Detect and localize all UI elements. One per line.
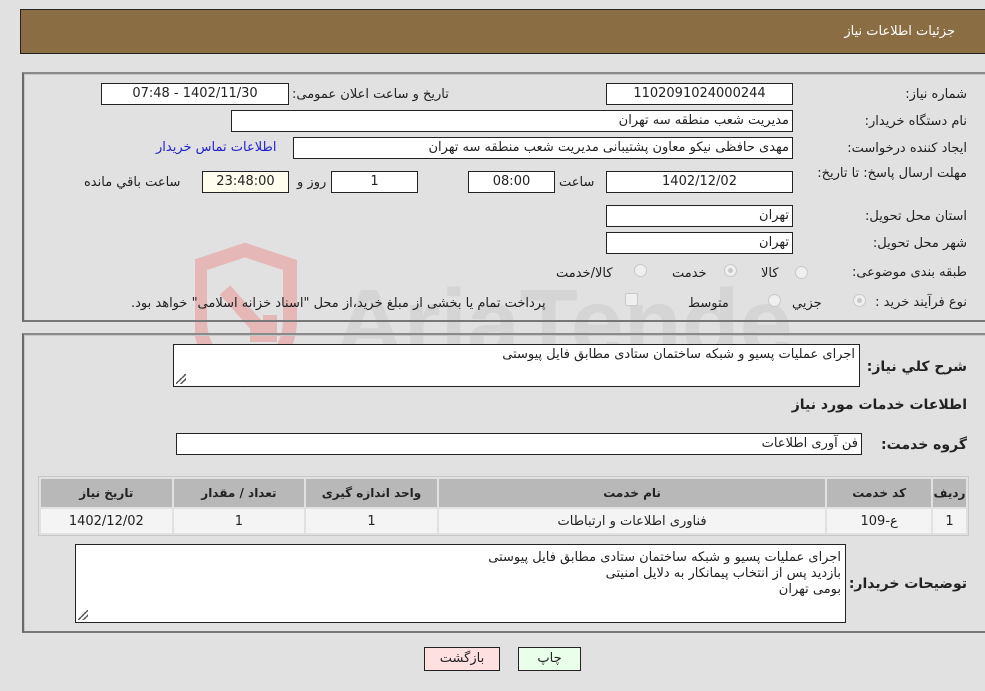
cell-service-code: ع-109 [827, 509, 931, 533]
cell-unit: 1 [306, 509, 437, 533]
category-option-goods-service: کالا/خدمت [556, 266, 613, 281]
print-button[interactable]: چاپ [518, 647, 581, 671]
buyer-notes-line: بومی تهران [778, 582, 841, 597]
resize-handle-icon[interactable] [78, 610, 88, 620]
deadline-time-label: ساعت [559, 175, 595, 190]
cell-need-date: 1402/12/02 [41, 509, 172, 533]
purchase-type-label: نوع فرآیند خرید : [875, 295, 967, 310]
requester-label: ایجاد کننده درخواست: [847, 141, 967, 156]
services-heading: اطلاعات خدمات مورد نیاز [791, 397, 967, 413]
col-header-service-code: کد خدمت [827, 479, 931, 507]
purchase-type-radio-medium[interactable] [768, 294, 781, 307]
buyer-notes-line: اجرای عملیات پسیو و شبکه ساختمان ستادی م… [488, 550, 841, 565]
announce-datetime-label: تاریخ و ساعت اعلان عمومی: [292, 87, 449, 102]
treasury-note: پرداخت تمام یا بخشی از مبلغ خرید،از محل … [131, 296, 546, 311]
service-group-field: فن آوری اطلاعات [176, 433, 862, 455]
remaining-time-field: 23:48:00 [202, 171, 289, 193]
announce-datetime-field: 1402/11/30 - 07:48 [101, 83, 289, 105]
purchase-type-radio-minor[interactable] [853, 294, 866, 307]
category-label: طبقه بندی موضوعی: [851, 265, 967, 280]
page-title: جزئیات اطلاعات نیاز [844, 24, 955, 39]
cell-row-number: 1 [932, 509, 966, 533]
deadline-time-field: 08:00 [468, 171, 555, 193]
col-header-unit: واحد اندازه گیری [306, 479, 437, 507]
buyer-contact-link[interactable]: اطلاعات تماس خریدار [156, 140, 276, 155]
description-textarea[interactable]: اجرای عملیات پسیو و شبکه ساختمان ستادی م… [173, 344, 860, 387]
cell-quantity: 1 [173, 509, 305, 533]
deadline-date-field: 1402/12/02 [606, 171, 793, 193]
category-radio-service[interactable] [724, 264, 737, 277]
service-group-label: گروه خدمت: [881, 437, 967, 453]
remaining-days-field: 1 [331, 171, 418, 193]
table-row: 1 ع-109 فناوری اطلاعات و ارتباطات 1 1 14… [41, 509, 966, 533]
col-header-quantity: تعداد / مقدار [173, 479, 305, 507]
buyer-org-label: نام دستگاه خریدار: [864, 114, 967, 129]
delivery-province-field: تهران [606, 205, 793, 227]
need-number-field: 1102091024000244 [606, 83, 793, 105]
purchase-type-option-medium: متوسط [688, 296, 729, 311]
buyer-notes-line: بازدید پس از انتخاب پیمانکار به دلایل ام… [605, 566, 841, 581]
need-number-label: شماره نیاز: [905, 87, 967, 102]
buyer-notes-textarea[interactable]: اجرای عملیات پسیو و شبکه ساختمان ستادی م… [75, 544, 846, 623]
category-radio-goods-service[interactable] [634, 264, 647, 277]
category-option-goods: کالا [761, 266, 779, 281]
buyer-org-field: مدیریت شعب منطقه سه تهران [231, 110, 793, 132]
back-button[interactable]: بازگشت [424, 647, 500, 671]
requester-field: مهدی حافظی نیکو معاون پشتیبانی مدیریت شع… [293, 137, 793, 159]
purchase-type-option-minor: جزيي [792, 296, 822, 311]
remaining-time-label: ساعت باقي مانده [84, 175, 181, 190]
delivery-city-label: شهر محل تحویل: [872, 236, 967, 251]
buyer-notes-label: توضیحات خریدار: [848, 576, 967, 592]
category-radio-goods[interactable] [795, 266, 808, 279]
delivery-city-field: تهران [606, 232, 793, 254]
resize-handle-icon[interactable] [176, 374, 186, 384]
category-option-service: خدمت [672, 266, 707, 281]
table-header-row: ردیف کد خدمت نام خدمت واحد اندازه گیری ت… [41, 479, 966, 507]
page-header: جزئیات اطلاعات نیاز [20, 9, 985, 54]
description-label: شرح كلي نياز: [866, 359, 967, 375]
col-header-service-name: نام خدمت [438, 479, 826, 507]
description-text: اجرای عملیات پسیو و شبکه ساختمان ستادی م… [502, 347, 855, 362]
remaining-days-label: روز و [297, 175, 327, 190]
deadline-label: مهلت ارسال پاسخ: تا تاریخ: [817, 166, 967, 181]
col-header-need-date: تاریخ نیاز [41, 479, 172, 507]
delivery-province-label: استان محل تحویل: [865, 209, 967, 224]
treasury-checkbox[interactable] [625, 293, 638, 306]
col-header-row-number: ردیف [932, 479, 966, 507]
services-table: ردیف کد خدمت نام خدمت واحد اندازه گیری ت… [38, 476, 969, 536]
cell-service-name: فناوری اطلاعات و ارتباطات [438, 509, 826, 533]
